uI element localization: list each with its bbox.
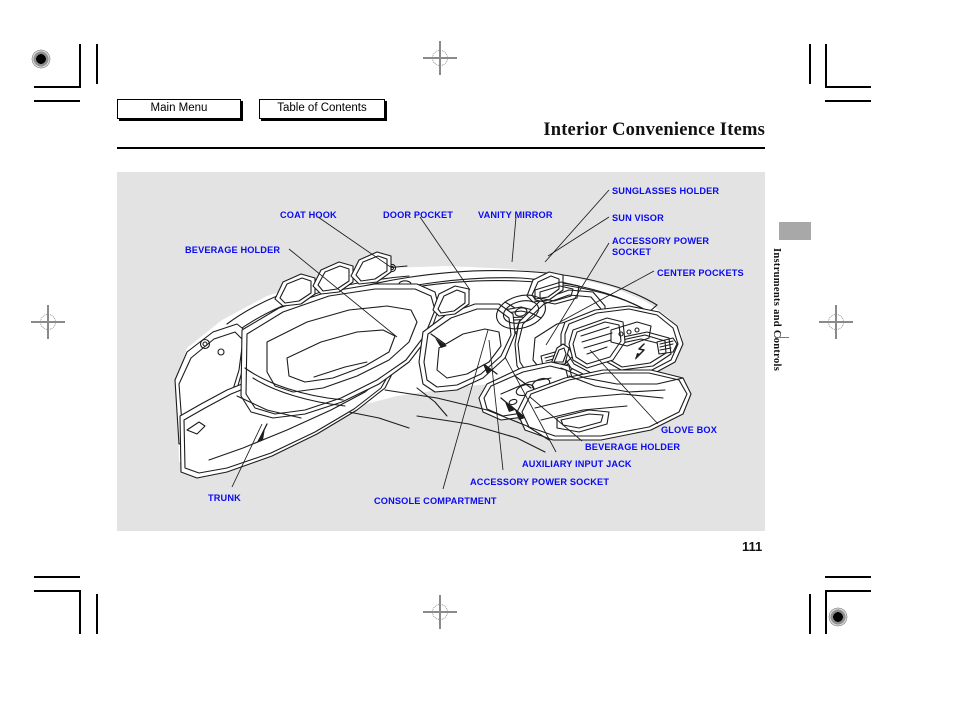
leader-vanity-mirror [511,216,517,263]
callout-label-glove-box: GLOVE BOX [661,425,717,435]
crop-mark-bottom-right-outer [809,594,811,634]
callout-label-center-pockets: CENTER POCKETS [657,268,744,278]
leader-beverage-holder-left [288,248,398,338]
leader-sun-visor [547,216,610,257]
callout-label-trunk: TRUNK [208,493,241,503]
leader-console-compartment [442,329,489,490]
crop-mark-bottom-left-vertical [79,590,81,634]
crop-mark-top-left-horizontal [34,86,80,88]
crop-mark-top-right-horizontal [825,86,871,88]
crop-mark-bottom-right-outer-h [825,576,871,578]
registration-crosshair-left [31,305,65,339]
callout-label-beverage-holder-left: BEVERAGE HOLDER [185,245,281,255]
interior-diagram-figure [117,172,765,531]
registration-dot-top-left [28,46,54,72]
crop-mark-bottom-right-horizontal [825,590,871,592]
crop-mark-top-right-outer-h [825,100,871,102]
registration-crosshair-bottom [423,595,457,629]
registration-dot-bottom-right [825,604,851,630]
callout-label-vanity-mirror: VANITY MIRROR [478,210,553,220]
crop-mark-bottom-left-horizontal [34,590,80,592]
section-tab-marker [779,222,811,240]
leader-sunglasses-holder [544,189,610,263]
crop-mark-top-right-vertical [825,44,827,88]
crop-mark-bottom-left-outer [96,594,98,634]
callout-leader-lines [231,189,659,490]
crop-mark-top-left-outer [96,44,98,84]
page-number: 111 [742,539,763,554]
callout-label-beverage-holder-right: BEVERAGE HOLDER [585,442,681,452]
leader-glove-box [589,349,659,425]
callout-label-accessory-power-socket-bottom: ACCESSORY POWER SOCKET [470,477,610,487]
callout-label-accessory-power-socket-top: ACCESSORY POWER SOCKET [612,236,710,257]
callout-label-console-compartment: CONSOLE COMPARTMENT [374,496,497,506]
section-tab-label: Instruments and Controls [771,248,782,372]
crop-mark-top-left-vertical [79,44,81,88]
callout-label-door-pocket: DOOR POCKET [383,210,454,220]
crop-mark-bottom-right-vertical [825,590,827,634]
callout-label-auxiliary-input-jack: AUXILIARY INPUT JACK [522,459,632,469]
registration-crosshair-top [423,41,457,75]
title-divider [117,147,765,149]
leader-door-pocket [419,216,471,291]
callout-label-coat-hook: COAT HOOK [280,210,337,220]
crop-mark-top-left-outer-h [34,100,80,102]
registration-crosshair-right [819,305,853,339]
callout-label-sunglasses-holder: SUNGLASSES HOLDER [612,186,720,196]
leader-trunk [231,423,263,488]
leader-accessory-power-top [545,242,610,346]
side-tab-rule [775,337,789,338]
navigation-bar: Main Menu Table of Contents [117,99,385,119]
crop-mark-bottom-left-outer-h [34,576,80,578]
callout-label-sun-visor: SUN VISOR [612,213,664,223]
leader-accessory-power-bottom [488,339,504,471]
crop-mark-top-right-outer [809,44,811,84]
table-of-contents-button[interactable]: Table of Contents [259,99,385,119]
page-title: Interior Convenience Items [543,120,765,140]
leader-auxiliary-input-jack [504,356,557,453]
leader-beverage-holder-right [529,396,583,442]
main-menu-button[interactable]: Main Menu [117,99,241,119]
leader-coat-hook [317,216,393,269]
leader-center-pockets [559,270,655,323]
